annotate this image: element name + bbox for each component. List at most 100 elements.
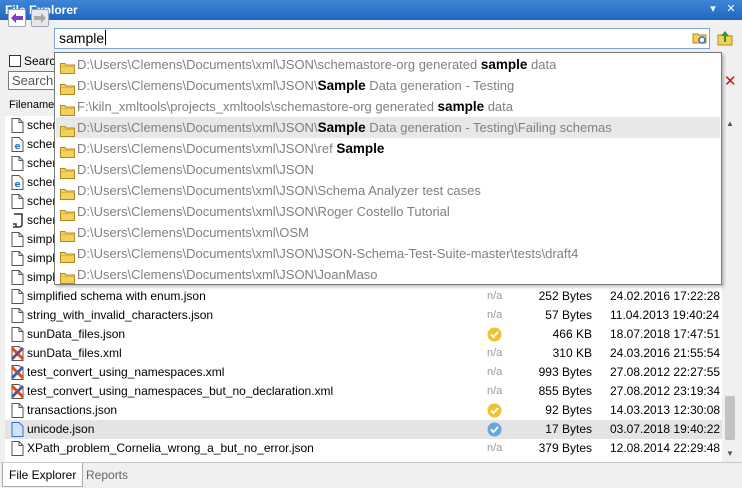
file-row[interactable]: unicode.json 17 Bytes 03.07.2018 19:40:22	[5, 420, 722, 439]
suggestion-match: Sample	[317, 78, 366, 93]
script-file-icon	[11, 213, 24, 228]
forward-button[interactable]	[31, 9, 49, 27]
suggestion-item[interactable]: D:\Users\Clemens\Documents\xml\OSM	[56, 222, 720, 243]
validation-status: n/a	[487, 385, 503, 397]
suggestion-path: D:\Users\Clemens\Documents\xml\JSON\Samp…	[77, 75, 514, 96]
file-icon	[11, 403, 24, 418]
suggestion-item[interactable]: D:\Users\Clemens\Documents\xml\JSON\Roge…	[56, 201, 720, 222]
suggestion-path-prefix: D:\Users\Clemens\Documents\xml\JSON\sche…	[77, 57, 481, 72]
file-icon	[11, 441, 24, 456]
suggestion-path-prefix: D:\Users\Clemens\Documents\xml\JSON\Sche…	[77, 183, 481, 198]
file-icon	[11, 232, 24, 247]
file-row[interactable]: test_convert_using_namespaces.xml n/a 993 …	[5, 363, 722, 382]
file-name: transactions.json	[27, 403, 118, 417]
folder-icon	[60, 269, 75, 284]
file-size: 379 Bytes	[538, 441, 592, 455]
file-date: 03.07.2018 19:40:22	[610, 422, 721, 436]
suggestion-path: D:\Users\Clemens\Documents\xml\JSON\Samp…	[77, 117, 612, 138]
xml-file-icon	[10, 384, 25, 399]
scroll-thumb[interactable]	[725, 396, 735, 440]
validation-status: n/a	[487, 309, 503, 321]
clear-filter-icon[interactable]: ✕	[724, 72, 737, 90]
file-name: sunData_files.xml	[27, 346, 122, 360]
suggestion-path-prefix: D:\Users\Clemens\Documents\xml\JSON\	[77, 78, 318, 93]
suggestion-item[interactable]: D:\Users\Clemens\Documents\xml\JSON\sche…	[56, 54, 720, 75]
file-date: 24.02.2016 17:22:28	[610, 289, 721, 303]
vertical-scrollbar[interactable]: ▲ ▼	[722, 116, 738, 462]
suggestion-path: D:\Users\Clemens\Documents\xml\JSON\Roge…	[77, 201, 450, 222]
close-icon[interactable]: ✕	[724, 2, 738, 16]
suggestion-item[interactable]: D:\Users\Clemens\Documents\xml\JSON\Samp…	[56, 75, 720, 96]
suggestion-item[interactable]: D:\Users\Clemens\Documents\xml\JSON\JSON…	[56, 243, 720, 264]
suggestion-item[interactable]: D:\Users\Clemens\Documents\xml\JSON\Sche…	[56, 180, 720, 201]
file-row[interactable]: string_with_invalid_characters.json n/a 57…	[5, 306, 722, 325]
validation-status: n/a	[487, 347, 503, 359]
file-name: test_convert_using_namespaces_but_no_dec…	[27, 384, 334, 398]
back-button[interactable]	[8, 9, 26, 27]
forward-arrow-icon	[34, 13, 46, 23]
back-arrow-icon	[11, 13, 23, 23]
folder-up-icon	[717, 31, 733, 46]
file-date: 27.08.2012 22:27:55	[610, 365, 721, 379]
ie-file-icon: e	[11, 175, 24, 190]
suggestion-match: sample	[480, 57, 528, 72]
file-size: 310 KB	[552, 346, 592, 360]
xml-file-icon	[10, 346, 25, 361]
file-icon	[11, 118, 24, 133]
suggestion-item[interactable]: D:\Users\Clemens\Documents\xml\JSON\Joan…	[56, 264, 720, 285]
folder-icon	[60, 164, 75, 179]
file-row[interactable]: XPath_problem_Cornelia_wrong_a_but_no_er…	[5, 439, 722, 458]
file-row[interactable]: simplified schema with enum.json n/a 252 B…	[5, 287, 722, 306]
path-suggestions-dropdown: D:\Users\Clemens\Documents\xml\JSON\sche…	[54, 52, 722, 285]
file-name: unicode.json	[27, 422, 95, 436]
suggestion-match: Sample	[317, 120, 366, 135]
file-icon	[11, 270, 24, 285]
folder-icon	[60, 122, 75, 137]
folder-icon	[60, 185, 75, 200]
suggestion-path-prefix: D:\Users\Clemens\Documents\xml\JSON\Joan…	[77, 267, 378, 282]
file-name: simplified schema with enum.json	[27, 289, 206, 303]
suggestion-match: sample	[437, 99, 485, 114]
file-name: test_convert_using_namespaces.xml	[27, 365, 225, 379]
parent-folder-button[interactable]	[717, 30, 733, 46]
search-input[interactable]: Search	[8, 71, 60, 90]
suggestion-path: D:\Users\Clemens\Documents\xml\JSON\ref …	[77, 138, 384, 159]
scroll-up-icon[interactable]: ▲	[724, 118, 736, 130]
search-checkbox[interactable]	[9, 55, 21, 67]
suggestion-path-prefix: D:\Users\Clemens\Documents\xml\JSON\	[77, 120, 318, 135]
file-date: 27.08.2012 23:19:34	[610, 384, 721, 398]
suggestion-path-prefix: D:\Users\Clemens\Documents\xml\OSM	[77, 225, 309, 240]
suggestion-path-prefix: D:\Users\Clemens\Documents\xml\JSON	[77, 162, 314, 177]
file-date: 24.03.2016 21:55:54	[610, 346, 721, 360]
file-icon	[11, 289, 24, 304]
suggestion-item[interactable]: F:\kiln_xmltools\projects_xmltools\schem…	[56, 96, 720, 117]
suggestion-path: D:\Users\Clemens\Documents\xml\JSON\Sche…	[77, 180, 481, 201]
file-name: string_with_invalid_characters.json	[27, 308, 214, 322]
suggestion-item[interactable]: D:\Users\Clemens\Documents\xml\JSON	[56, 159, 720, 180]
browse-folder-button[interactable]	[692, 30, 708, 46]
xml-file-icon	[10, 365, 25, 380]
file-icon	[11, 251, 24, 266]
file-size: 993 Bytes	[538, 365, 592, 379]
pin-menu-icon[interactable]: ▾	[706, 2, 720, 16]
suggestion-path: D:\Users\Clemens\Documents\xml\JSON	[77, 159, 314, 180]
scroll-down-icon[interactable]: ▼	[724, 448, 736, 460]
file-name: XPath_problem_Cornelia_wrong_a_but_no_er…	[27, 441, 314, 455]
file-row[interactable]: sunData_files.json 466 KB 18.07.2018 17:47…	[5, 325, 722, 344]
file-row[interactable]: sunData_files.xml n/a 310 KB 24.03.2016 21:…	[5, 344, 722, 363]
browse-folder-icon	[692, 33, 707, 44]
path-input[interactable]: sample	[54, 28, 710, 49]
validation-status: n/a	[487, 290, 503, 302]
file-date: 11.04.2013 19:40:24	[610, 308, 720, 322]
file-row[interactable]: transactions.json 92 Bytes 14.03.2013 12:3…	[5, 401, 722, 420]
suggestion-item[interactable]: D:\Users\Clemens\Documents\xml\JSON\ref …	[56, 138, 720, 159]
file-date: 12.08.2014 22:29:48	[610, 441, 721, 455]
tab-file-explorer[interactable]: File Explorer	[2, 463, 84, 487]
file-date: 14.03.2013 12:30:08	[610, 403, 721, 417]
suggestion-item[interactable]: D:\Users\Clemens\Documents\xml\JSON\Samp…	[56, 117, 720, 138]
suggestion-path-prefix: D:\Users\Clemens\Documents\xml\JSON\JSON…	[77, 246, 579, 261]
file-row[interactable]: test_convert_using_namespaces_but_no_dec…	[5, 382, 722, 401]
suggestion-path-suffix: data	[527, 57, 557, 72]
bottom-tab-bar: File Explorer Reports	[0, 462, 742, 488]
tab-reports[interactable]: Reports	[80, 463, 134, 487]
